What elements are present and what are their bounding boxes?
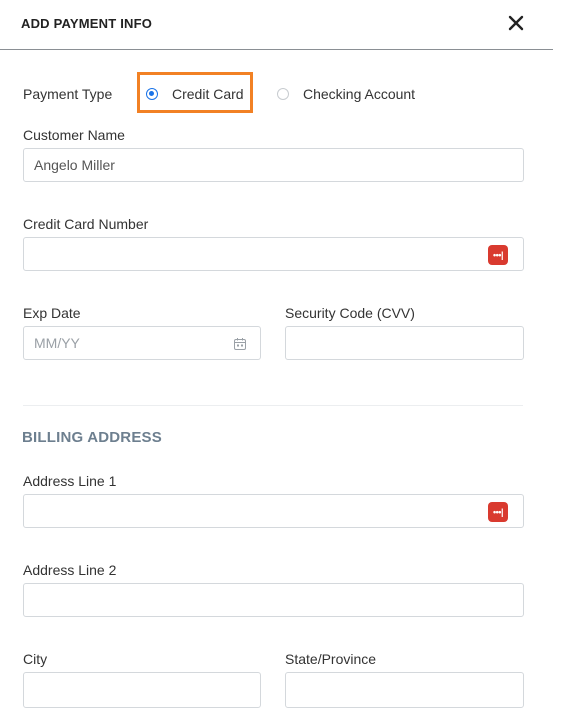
customer-name-input[interactable]: Angelo Miller	[23, 148, 524, 182]
password-manager-icon[interactable]: •••|	[488, 245, 508, 265]
dialog-title: ADD PAYMENT INFO	[21, 16, 153, 31]
security-code-label: Security Code (CVV)	[285, 305, 415, 321]
payment-type-label: Payment Type	[23, 86, 113, 102]
exp-date-input[interactable]: MM/YY	[23, 326, 261, 360]
credit-card-number-input[interactable]	[23, 237, 524, 271]
credit-card-option-label[interactable]: Credit Card	[172, 86, 244, 102]
exp-date-label: Exp Date	[23, 305, 81, 321]
state-province-input[interactable]	[285, 672, 524, 708]
address-line-1-input[interactable]	[23, 494, 524, 528]
section-divider	[23, 405, 523, 406]
checking-account-option-label[interactable]: Checking Account	[303, 86, 415, 102]
checking-account-radio[interactable]	[277, 88, 289, 100]
address-line-2-label: Address Line 2	[23, 562, 117, 578]
credit-card-radio[interactable]	[146, 88, 158, 100]
customer-name-value: Angelo Miller	[34, 157, 115, 173]
dialog-header: ADD PAYMENT INFO	[0, 0, 553, 50]
city-input[interactable]	[23, 672, 261, 708]
password-manager-icon[interactable]: •••|	[488, 502, 508, 522]
address-line-1-label: Address Line 1	[23, 473, 117, 489]
billing-address-heading: BILLING ADDRESS	[22, 429, 162, 446]
calendar-icon[interactable]	[233, 337, 247, 351]
customer-name-label: Customer Name	[23, 127, 125, 143]
address-line-2-input[interactable]	[23, 583, 524, 617]
close-icon[interactable]	[505, 12, 527, 34]
state-province-label: State/Province	[285, 651, 377, 667]
city-label: City	[23, 651, 48, 667]
security-code-input[interactable]	[285, 326, 524, 360]
credit-card-number-label: Credit Card Number	[23, 216, 149, 232]
exp-date-placeholder: MM/YY	[34, 335, 80, 351]
